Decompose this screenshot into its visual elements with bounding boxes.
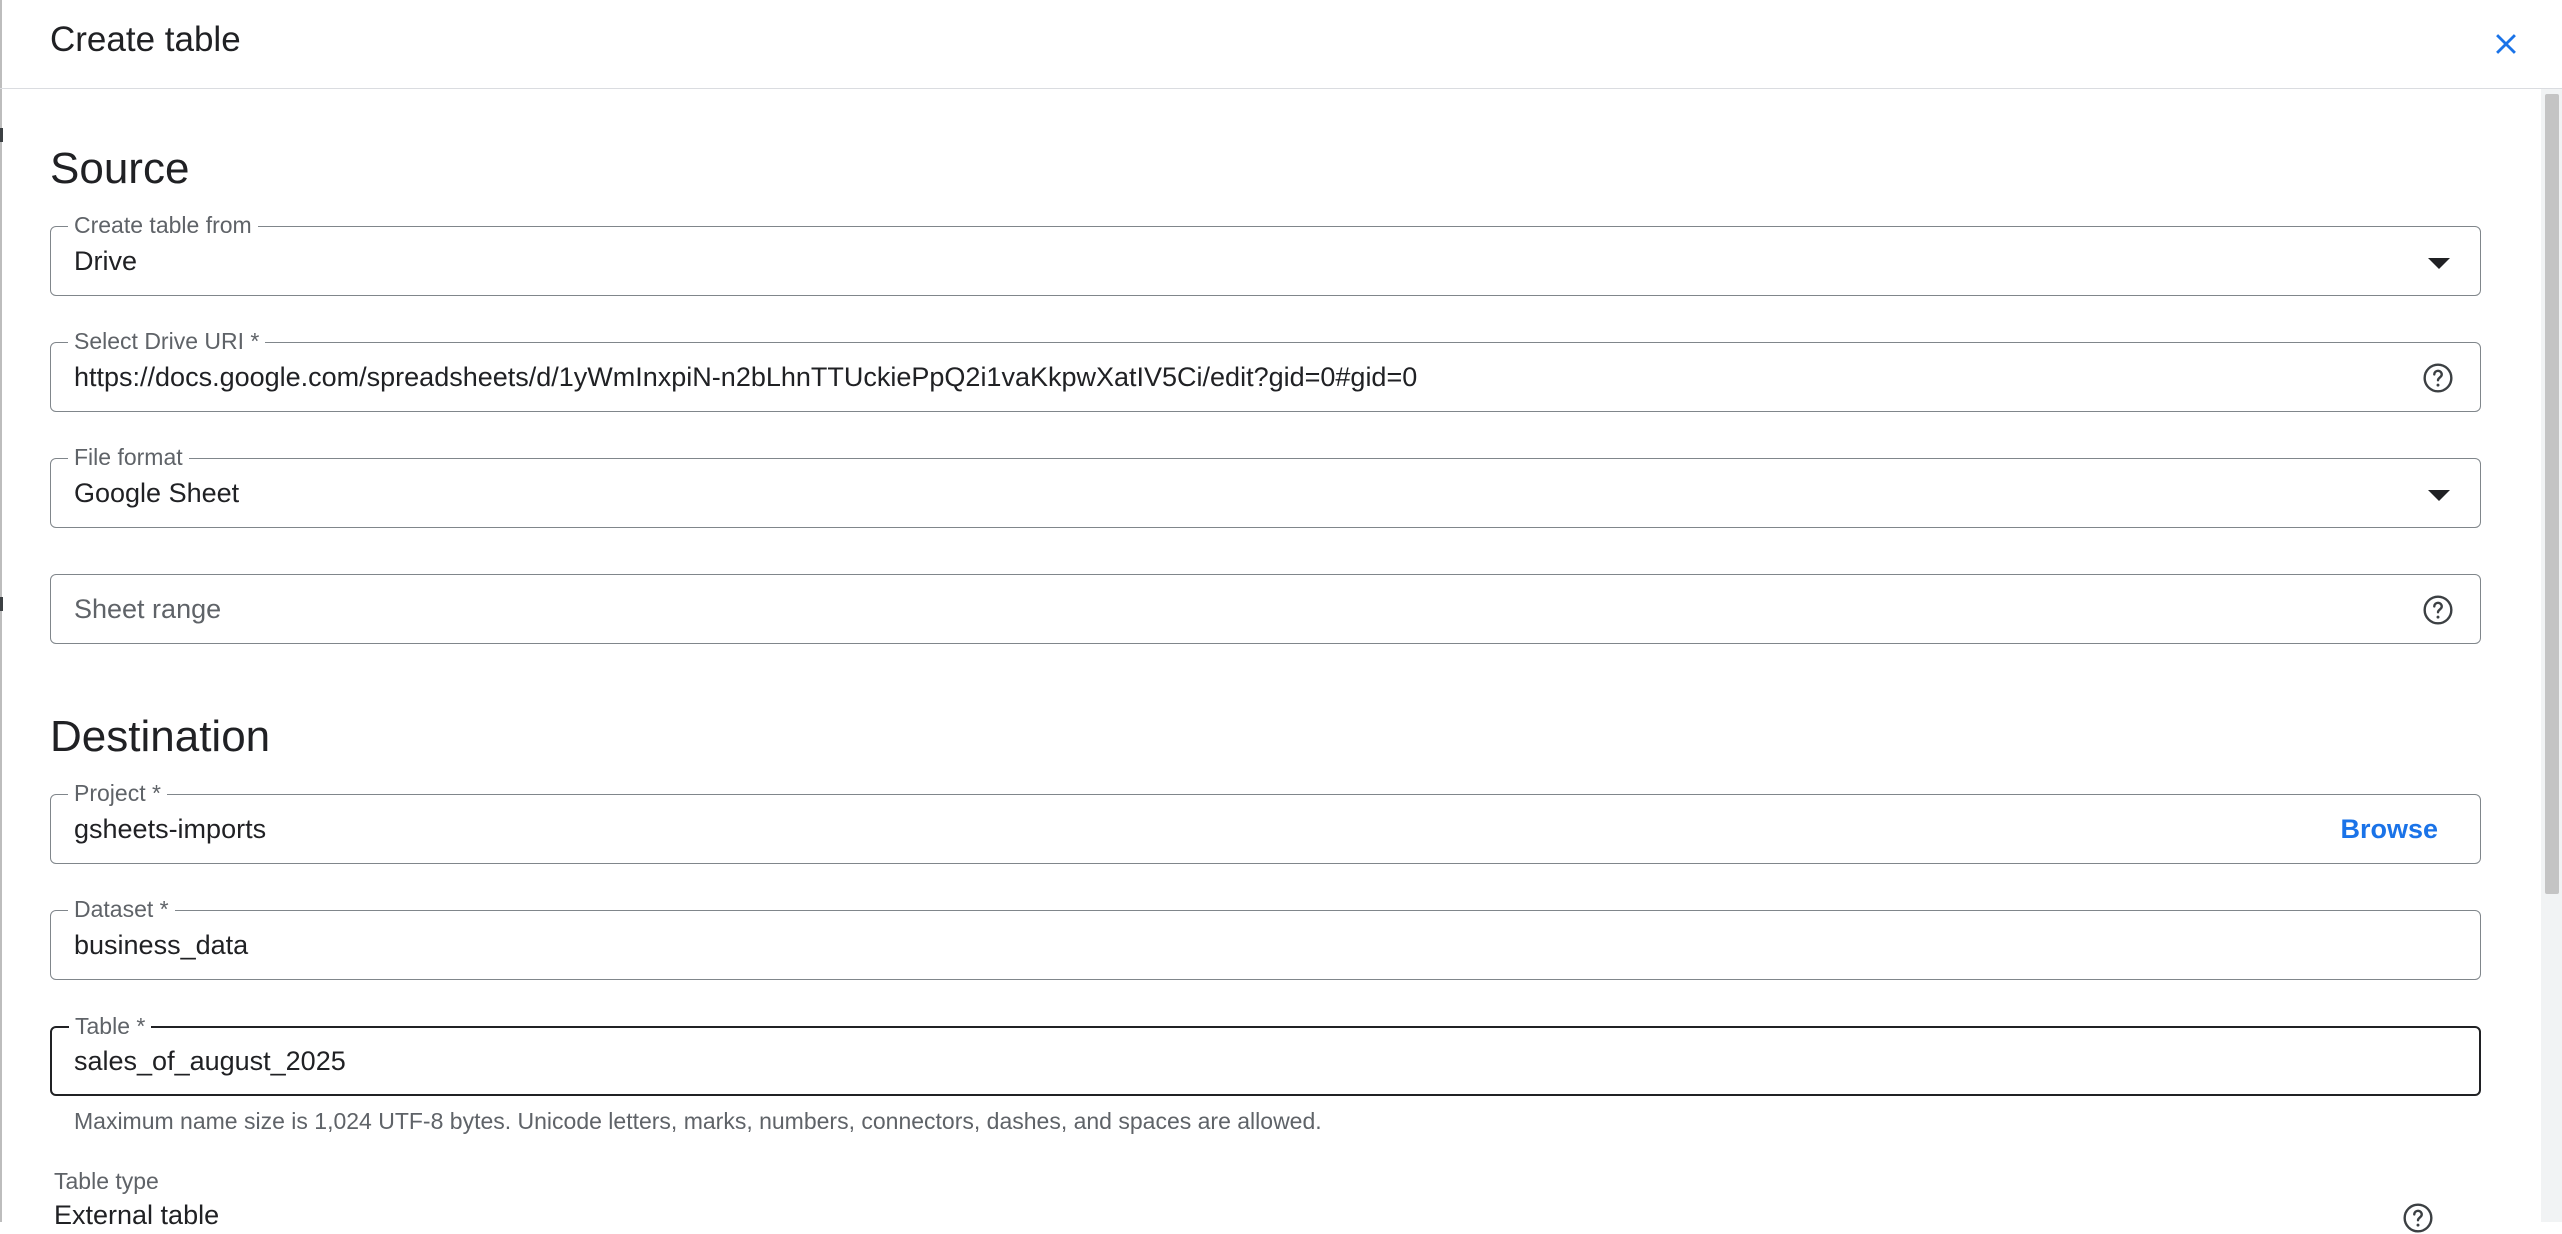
dataset-input[interactable]: Dataset * business_data [50, 896, 2481, 980]
table-name-value[interactable]: sales_of_august_2025 [74, 1028, 346, 1094]
table-type-label: Table type [54, 1168, 159, 1194]
left-edge-divider [0, 0, 2, 1222]
left-edge-mark [0, 597, 3, 611]
dialog-header: Create table [0, 0, 2562, 89]
dialog-title: Create table [50, 20, 241, 59]
help-circle-icon[interactable] [2422, 594, 2454, 626]
close-button[interactable] [2478, 16, 2534, 72]
browse-button[interactable]: Browse [2340, 795, 2438, 863]
close-icon [2496, 34, 2516, 54]
left-edge-mark [0, 128, 3, 142]
dataset-value[interactable]: business_data [74, 911, 248, 979]
destination-heading: Destination [50, 712, 271, 761]
project-input[interactable]: Project * gsheets-imports Browse [50, 780, 2481, 864]
table-type-value[interactable]: External table [54, 1200, 219, 1231]
file-format-select[interactable]: File format Google Sheet [50, 444, 2481, 528]
help-circle-icon[interactable] [2402, 1202, 2434, 1234]
scrollbar-thumb[interactable] [2545, 94, 2559, 894]
table-name-input[interactable]: Table * sales_of_august_2025 [50, 1013, 2481, 1096]
sheet-range-placeholder[interactable]: Sheet range [74, 575, 221, 643]
create-table-from-value: Drive [74, 245, 138, 276]
sheet-range-input[interactable]: Sheet range [50, 574, 2481, 644]
arrow-drop-down-icon[interactable] [2428, 490, 2450, 501]
create-table-from-select[interactable]: Create table from Drive [50, 212, 2481, 296]
source-heading: Source [50, 144, 190, 193]
table-name-hint: Maximum name size is 1,024 UTF-8 bytes. … [74, 1108, 1322, 1134]
help-circle-icon[interactable] [2422, 362, 2454, 394]
project-value[interactable]: gsheets-imports [74, 795, 266, 863]
arrow-drop-down-icon[interactable] [2428, 258, 2450, 269]
drive-uri-input[interactable]: Select Drive URI * https://docs.google.c… [50, 328, 2481, 412]
file-format-value: Google Sheet [74, 477, 240, 508]
drive-uri-value[interactable]: https://docs.google.com/spreadsheets/d/1… [74, 343, 1417, 411]
